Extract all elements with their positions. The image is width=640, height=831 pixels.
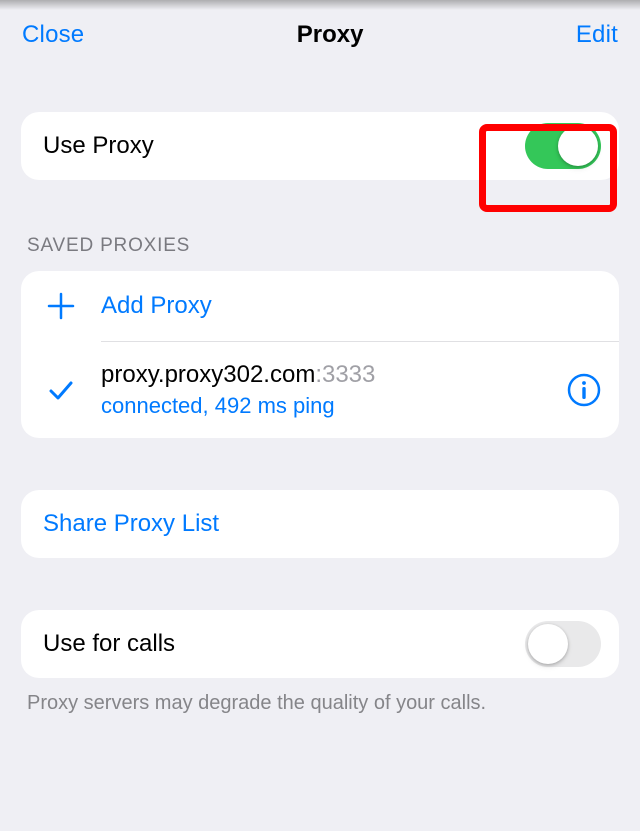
proxy-status: connected, 492 ms ping bbox=[101, 393, 539, 419]
share-proxy-row[interactable]: Share Proxy List bbox=[21, 490, 619, 558]
close-button[interactable]: Close bbox=[22, 21, 84, 49]
nav-bar: Close Proxy Edit bbox=[0, 0, 640, 70]
proxy-host-text: proxy.proxy302.com bbox=[101, 361, 315, 388]
plus-icon bbox=[21, 291, 101, 321]
calls-footer: Proxy servers may degrade the quality of… bbox=[27, 692, 619, 715]
saved-proxies-card: Add Proxy proxy.proxy302.com:3333 connec… bbox=[21, 271, 619, 438]
saved-proxies-header: SAVED PROXIES bbox=[27, 235, 619, 257]
page-title: Proxy bbox=[297, 21, 364, 49]
use-for-calls-label: Use for calls bbox=[43, 630, 525, 658]
edit-button[interactable]: Edit bbox=[576, 21, 618, 49]
share-proxy-label: Share Proxy List bbox=[43, 510, 219, 538]
proxy-port: 3333 bbox=[322, 361, 375, 388]
info-icon bbox=[567, 373, 601, 407]
use-for-calls-card: Use for calls bbox=[21, 610, 619, 678]
use-proxy-card: Use Proxy bbox=[21, 112, 619, 180]
proxy-item[interactable]: proxy.proxy302.com:3333 connected, 492 m… bbox=[21, 342, 619, 438]
info-button[interactable] bbox=[549, 373, 619, 407]
share-proxy-card: Share Proxy List bbox=[21, 490, 619, 558]
add-proxy-row[interactable]: Add Proxy bbox=[21, 271, 619, 341]
use-for-calls-toggle[interactable] bbox=[525, 621, 601, 667]
add-proxy-label: Add Proxy bbox=[101, 292, 609, 320]
use-proxy-toggle[interactable] bbox=[525, 123, 601, 169]
proxy-host: proxy.proxy302.com:3333 bbox=[101, 361, 539, 389]
checkmark-icon bbox=[21, 376, 101, 404]
proxy-port-sep: : bbox=[315, 361, 322, 388]
use-proxy-label: Use Proxy bbox=[43, 132, 525, 160]
